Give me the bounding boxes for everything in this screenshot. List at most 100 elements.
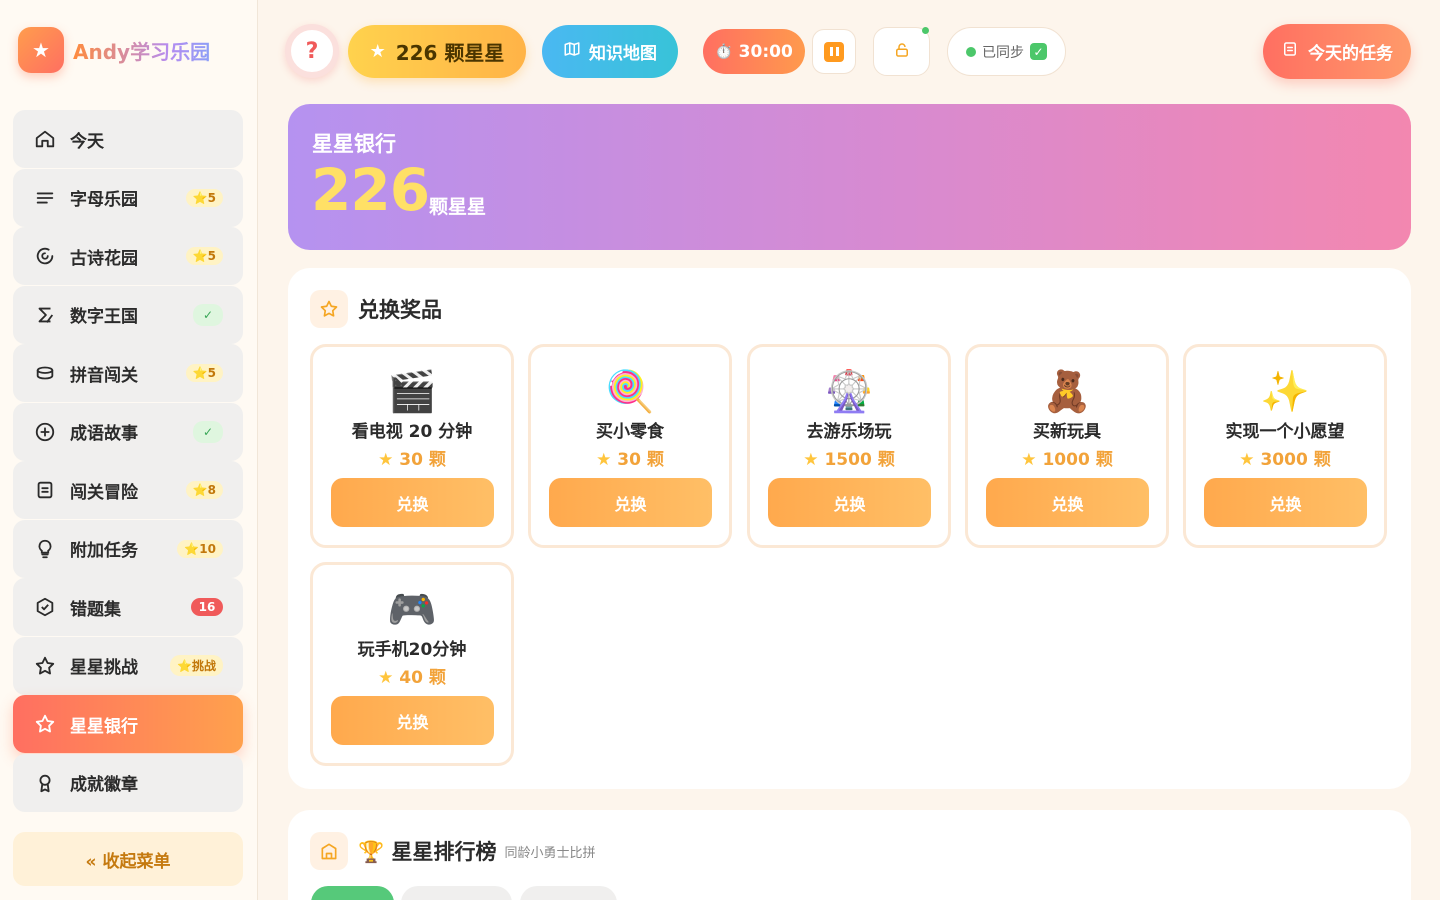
sigma-icon — [33, 303, 57, 327]
star-badge: ⭐5 — [185, 247, 223, 265]
sidebar-item-adventure[interactable]: 闯关冒险 ⭐8 — [13, 461, 243, 519]
star-icon: ★ — [369, 41, 386, 62]
sparkles-icon: ✨ — [1260, 369, 1310, 415]
sidebar-item-challenge[interactable]: 星星挑战 ⭐挑战 — [13, 636, 243, 695]
leaderboard-header: 🏆 星星排行榜 同龄小勇士比拼 — [310, 832, 595, 870]
sidebar-item-idioms[interactable]: 成语故事 ✓ — [13, 402, 243, 461]
todays-tasks-button[interactable]: 今天的任务 — [1263, 24, 1411, 79]
document-icon — [33, 478, 57, 502]
reward-price: ★ 1500 颗 — [803, 450, 895, 470]
sidebar-item-label: 星星挑战 — [70, 658, 138, 678]
star-count-label: 226 颗星星 — [395, 41, 505, 65]
sidebar-item-mistakes[interactable]: 错题集 16 — [13, 578, 243, 636]
teddy-bear-icon: 🧸 — [1042, 369, 1092, 415]
sidebar-item-label: 星星银行 — [70, 716, 138, 737]
sidebar-item-label: 今天 — [70, 131, 104, 152]
leaderboard-tab[interactable] — [520, 886, 617, 900]
redeem-button[interactable]: 兑换 — [768, 478, 931, 527]
sidebar-item-letters[interactable]: 字母乐园 ⭐5 — [13, 168, 243, 227]
reward-name: 玩手机20分钟 — [357, 640, 467, 660]
bowl-icon — [33, 361, 57, 385]
knowledge-map-button[interactable]: 知识地图 — [542, 25, 678, 78]
bank-star-unit: 颗星星 — [429, 196, 487, 218]
sidebar-item-extra[interactable]: 附加任务 ⭐10 — [13, 519, 243, 578]
pause-button[interactable] — [812, 29, 856, 74]
reward-card: 🍭 买小零食 ★ 30 颗 兑换 — [528, 344, 732, 548]
reward-card: 🧸 买新玩具 ★ 1000 颗 兑换 — [965, 344, 1169, 548]
sidebar-item-label: 闯关冒险 — [70, 482, 138, 503]
sidebar-nav: 今天 字母乐园 ⭐5 古诗花园 ⭐5 数字王国 ✓ 拼音闯关 ⭐5 成语故事 ✓ — [13, 110, 243, 812]
online-dot — [922, 27, 929, 34]
brand-name: Andy学习乐园 — [73, 36, 210, 65]
sidebar-item-label: 字母乐园 — [70, 190, 138, 210]
timer-value: 30:00 — [738, 41, 793, 62]
sidebar-item-today[interactable]: 今天 — [13, 110, 243, 168]
count-badge: 16 — [191, 598, 223, 616]
sidebar-item-label: 附加任务 — [70, 541, 138, 561]
sidebar-item-star-bank[interactable]: 星星银行 — [13, 695, 243, 753]
sync-label: 已同步 — [982, 44, 1024, 61]
rewards-section: 兑换奖品 🎬 看电视 20 分钟 ★ 30 颗 兑换 🍭 买小零食 ★ 30 颗… — [288, 268, 1411, 789]
sidebar-item-label: 成语故事 — [70, 424, 138, 444]
star-badge: ⭐5 — [185, 188, 223, 207]
star-badge: ⭐8 — [185, 481, 223, 499]
reward-card: ✨ 实现一个小愿望 ★ 3000 颗 兑换 — [1183, 344, 1387, 548]
shield-check-icon — [33, 595, 57, 619]
lock-button[interactable] — [873, 27, 930, 76]
star-icon: ★ — [596, 450, 612, 470]
ribbon-icon — [33, 771, 57, 795]
timer-pill[interactable]: ⏱️ 30:00 — [703, 29, 805, 74]
map-icon — [563, 40, 581, 63]
reward-card: 🎬 看电视 20 分钟 ★ 30 颗 兑换 — [310, 344, 514, 548]
reward-name: 买小零食 — [596, 422, 664, 442]
check-icon: ✓ — [193, 420, 223, 443]
star-icon: ★ — [1239, 450, 1255, 470]
star-count-pill[interactable]: ★ 226 颗星星 — [348, 25, 526, 78]
leaderboard-tab[interactable] — [401, 886, 512, 900]
check-icon: ✓ — [193, 303, 223, 326]
reward-name: 买新玩具 — [1033, 422, 1101, 442]
star-badge: ⭐10 — [177, 539, 223, 558]
leaderboard-subtitle: 同龄小勇士比拼 — [504, 845, 596, 861]
home-icon — [33, 127, 57, 151]
rewards-title: 兑换奖品 — [358, 298, 442, 322]
sidebar-item-label: 错题集 — [70, 599, 121, 620]
leaderboard-tab[interactable] — [311, 886, 394, 900]
reward-card: 🎮 玩手机20分钟 ★ 40 颗 兑换 — [310, 562, 514, 766]
star-badge: ⭐5 — [185, 364, 223, 382]
knowledge-map-label: 知识地图 — [589, 44, 657, 64]
sidebar-item-poems[interactable]: 古诗花园 ⭐5 — [13, 227, 243, 285]
redeem-button[interactable]: 兑换 — [549, 478, 712, 527]
reward-price: ★ 3000 颗 — [1239, 450, 1331, 470]
lock-icon — [893, 41, 911, 63]
brand[interactable]: ★ Andy学习乐园 — [18, 27, 210, 73]
sidebar-item-badges[interactable]: 成就徽章 — [13, 753, 243, 812]
collapse-menu-button[interactable]: « 收起菜单 — [13, 832, 243, 886]
reward-price: ★ 30 颗 — [378, 450, 446, 470]
pause-icon — [824, 41, 844, 62]
lollipop-icon: 🍭 — [605, 369, 655, 415]
star-icon: ★ — [378, 668, 394, 688]
star-icon: ★ — [378, 450, 394, 470]
lines-icon — [33, 186, 57, 210]
redeem-button[interactable]: 兑换 — [1204, 478, 1367, 527]
reward-name: 去游乐场玩 — [806, 422, 892, 442]
todays-tasks-label: 今天的任务 — [1308, 44, 1393, 64]
redeem-button[interactable]: 兑换 — [986, 478, 1149, 527]
topbar: ? ★ 226 颗星星 知识地图 ⏱️ 30:00 已同步 ✓ 今天的任务 — [258, 0, 1440, 103]
ferris-wheel-icon: 🎡 — [824, 369, 874, 415]
star-icon: ★ — [18, 27, 64, 73]
plus-circle-icon — [33, 420, 57, 444]
reward-price: ★ 30 颗 — [596, 450, 664, 470]
sidebar-item-numbers[interactable]: 数字王国 ✓ — [13, 285, 243, 344]
sidebar-item-label: 古诗花园 — [70, 248, 138, 269]
sidebar-item-label: 数字王国 — [70, 307, 138, 327]
star-icon: ★ — [1021, 450, 1037, 470]
reward-price: ★ 1000 颗 — [1021, 450, 1113, 470]
redeem-button[interactable]: 兑换 — [331, 478, 494, 527]
reward-name: 实现一个小愿望 — [1225, 422, 1345, 442]
sidebar: ★ Andy学习乐园 今天 字母乐园 ⭐5 古诗花园 ⭐5 数字王国 ✓ 拼音闯… — [0, 0, 258, 900]
redeem-button[interactable]: 兑换 — [331, 696, 494, 745]
sidebar-item-pinyin[interactable]: 拼音闯关 ⭐5 — [13, 344, 243, 402]
help-button[interactable]: ? — [285, 24, 339, 78]
